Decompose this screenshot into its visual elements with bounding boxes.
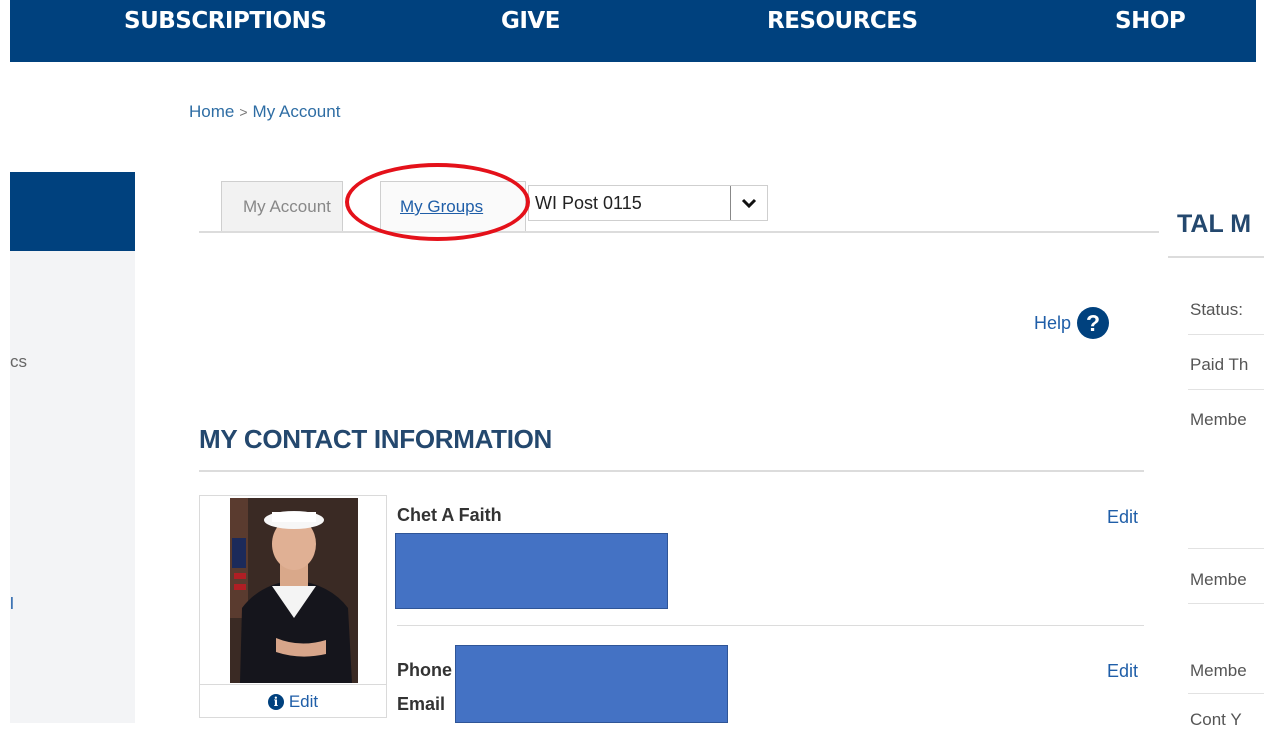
right-row-divider xyxy=(1188,334,1264,335)
tab-my-account[interactable]: My Account xyxy=(221,181,343,231)
chevron-down-icon[interactable] xyxy=(730,186,767,220)
contact-row: Cont Y xyxy=(1190,710,1242,729)
right-row-divider xyxy=(1188,693,1264,694)
photo-edit-label: Edit xyxy=(288,691,319,711)
right-row-divider xyxy=(1188,603,1264,604)
right-panel-divider xyxy=(1168,256,1264,258)
status-row: Status: xyxy=(1190,300,1243,319)
profile-photo-card: i Edit xyxy=(199,495,387,718)
profile-photo xyxy=(230,498,358,683)
member-row-1: Membe xyxy=(1190,410,1247,429)
contact-row-divider xyxy=(397,625,1144,626)
member-row-3: Membe xyxy=(1190,661,1247,680)
sidebar-item-fragment-link[interactable]: l xyxy=(10,594,14,614)
nav-shop[interactable]: SHOP xyxy=(1115,8,1186,34)
section-divider xyxy=(199,470,1144,472)
member-row-2: Membe xyxy=(1190,570,1247,589)
contact-section-title: MY CONTACT INFORMATION xyxy=(199,424,553,454)
info-icon: i xyxy=(267,693,284,710)
redacted-address-block xyxy=(395,533,668,609)
help-question-icon[interactable]: ? xyxy=(1077,307,1110,339)
help-link[interactable]: Help ? xyxy=(1034,307,1110,339)
phone-label: Phone xyxy=(397,660,453,680)
breadcrumb-home-link[interactable]: Home xyxy=(189,102,234,121)
redacted-phone-email-block xyxy=(455,645,728,723)
breadcrumb-separator: > xyxy=(239,104,248,120)
group-select[interactable]: WI Post 0115 xyxy=(528,185,768,221)
top-navigation: SUBSCRIPTIONS GIVE RESOURCES SHOP xyxy=(10,0,1256,62)
email-label: Email xyxy=(397,694,446,714)
contact-name: Chet A Faith xyxy=(397,505,502,525)
edit-phone-email-link[interactable]: Edit xyxy=(1107,661,1138,682)
sidebar-item-fragment[interactable]: cs xyxy=(10,352,27,372)
sidebar: cs l xyxy=(10,172,135,723)
breadcrumb-current[interactable]: My Account xyxy=(253,102,341,121)
help-label: Help xyxy=(1034,312,1072,333)
nav-give[interactable]: GIVE xyxy=(501,8,560,34)
edit-name-link[interactable]: Edit xyxy=(1107,507,1138,528)
nav-resources[interactable]: RESOURCES xyxy=(767,8,918,34)
right-row-divider xyxy=(1188,548,1264,549)
paid-through-row: Paid Th xyxy=(1190,355,1249,374)
tab-my-groups[interactable]: My Groups xyxy=(380,181,526,231)
photo-edit-button[interactable]: i Edit xyxy=(200,684,386,718)
membership-panel-title: TAL M xyxy=(1177,210,1252,238)
right-row-divider xyxy=(1188,389,1264,390)
sidebar-active-item[interactable] xyxy=(10,172,135,251)
breadcrumb: Home > My Account xyxy=(189,102,340,122)
tabs-divider xyxy=(199,231,1159,233)
nav-subscriptions[interactable]: SUBSCRIPTIONS xyxy=(124,8,327,34)
group-select-value: WI Post 0115 xyxy=(535,193,642,213)
